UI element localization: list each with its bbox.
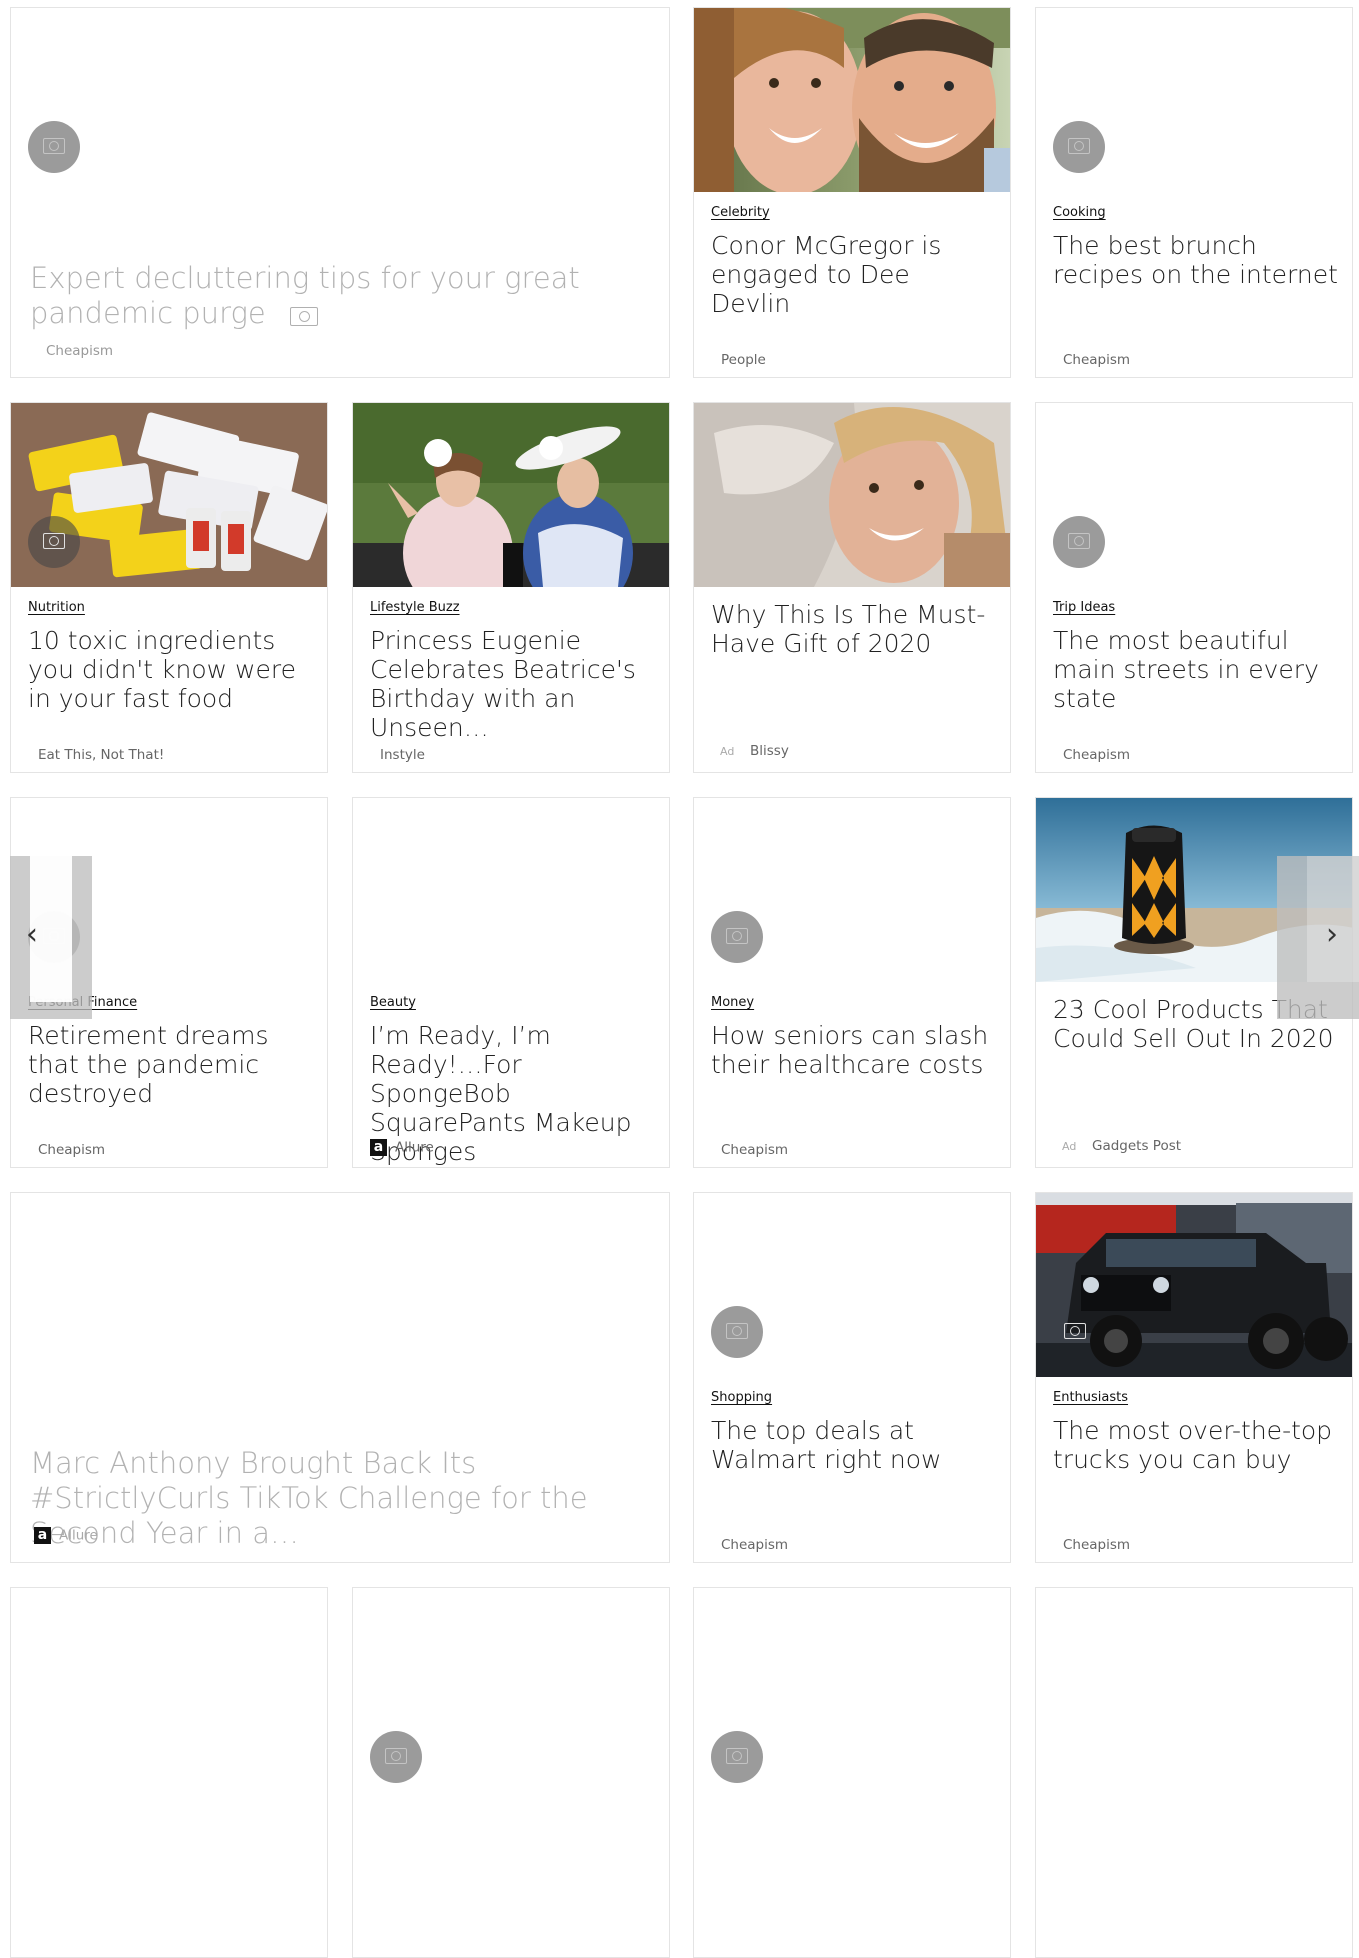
article-image — [694, 8, 1010, 192]
card-source: Cheapism — [1063, 352, 1131, 368]
camera-icon — [1053, 516, 1105, 568]
card-source: Cheapism — [38, 1142, 106, 1158]
card-brunch[interactable]: Cooking The best brunch recipes on the i… — [1035, 7, 1353, 378]
chevron-left-icon: ‹ — [26, 917, 38, 952]
source-name: Allure — [59, 1527, 98, 1544]
card-placeholder[interactable] — [1035, 1587, 1353, 1958]
card-streets[interactable]: Trip Ideas The most beautiful main stree… — [1035, 402, 1353, 773]
card-source: Cheapism — [1063, 1537, 1131, 1553]
card-mcgregor[interactable]: Celebrity Conor McGregor is engaged to D… — [693, 7, 1011, 378]
article-image — [353, 403, 669, 587]
card-source: Gadgets Post — [1092, 1138, 1182, 1154]
card-spongebob[interactable]: Beauty I’m Ready, I’m Ready!…For SpongeB… — [352, 797, 670, 1168]
card-category[interactable]: Money — [711, 995, 754, 1010]
camera-icon — [370, 1731, 422, 1783]
card-title: 10 toxic ingredients you didn't know wer… — [28, 626, 296, 713]
card-title: The most beautiful main streets in every… — [1053, 626, 1319, 713]
card-source: Cheapism — [46, 343, 114, 359]
card-source: a Allure — [34, 1527, 98, 1544]
card-placeholder[interactable] — [352, 1587, 670, 1958]
card-title: The top deals at Walmart right now — [711, 1416, 942, 1474]
card-title: How seniors can slash their healthcare c… — [711, 1021, 989, 1079]
card-blissy-ad[interactable]: Why This Is The Must-Have Gift of 2020 A… — [693, 402, 1011, 773]
card-source: People — [721, 352, 766, 368]
card-title: Why This Is The Must-Have Gift of 2020 — [711, 600, 986, 658]
chevron-right-icon: › — [1326, 917, 1338, 952]
card-source: Instyle — [380, 747, 425, 763]
card-title: Marc Anthony Brought Back Its #StrictlyC… — [30, 1446, 588, 1550]
card-source: Cheapism — [721, 1537, 789, 1553]
card-category[interactable]: Shopping — [711, 1390, 772, 1405]
card-source: Blissy — [750, 743, 789, 759]
card-trucks[interactable]: Enthusiasts The most over-the-top trucks… — [1035, 1192, 1353, 1563]
card-eugenie[interactable]: Lifestyle Buzz Princess Eugenie Celebrat… — [352, 402, 670, 773]
card-category[interactable]: Nutrition — [28, 600, 85, 615]
card-title: The best brunch recipes on the internet — [1053, 231, 1338, 289]
allure-logo-icon: a — [370, 1139, 387, 1156]
card-category[interactable]: Cooking — [1053, 205, 1106, 220]
card-title: Conor McGregor is engaged to Dee Devlin — [711, 231, 942, 318]
card-marc-anthony[interactable]: Marc Anthony Brought Back Its #StrictlyC… — [10, 1192, 670, 1563]
camera-icon — [1053, 121, 1105, 173]
card-title: Princess Eugenie Celebrates Beatrice's B… — [370, 626, 636, 742]
card-title: The most over-the-top trucks you can buy — [1053, 1416, 1333, 1474]
camera-icon — [1049, 1306, 1101, 1358]
card-category[interactable]: Trip Ideas — [1053, 600, 1115, 615]
carousel-next-button[interactable]: › — [1277, 856, 1359, 1019]
card-decluttering[interactable]: Expert decluttering tips for your great … — [10, 7, 670, 378]
allure-logo-icon: a — [34, 1527, 51, 1544]
card-toxic[interactable]: Nutrition 10 toxic ingredients you didn'… — [10, 402, 328, 773]
ad-label: Ad — [720, 745, 735, 758]
article-image — [694, 403, 1010, 587]
camera-icon — [28, 516, 80, 568]
ad-label: Ad — [1062, 1140, 1077, 1153]
camera-icon — [711, 1731, 763, 1783]
card-source: a Allure — [370, 1139, 434, 1156]
card-placeholder[interactable] — [693, 1587, 1011, 1958]
card-title: Retirement dreams that the pandemic dest… — [28, 1021, 269, 1108]
card-source: Cheapism — [1063, 747, 1131, 763]
camera-icon — [711, 1306, 763, 1358]
camera-icon — [289, 304, 320, 326]
source-name: Allure — [395, 1139, 434, 1156]
card-category[interactable]: Enthusiasts — [1053, 1390, 1128, 1405]
card-seniors[interactable]: Money How seniors can slash their health… — [693, 797, 1011, 1168]
camera-icon — [28, 121, 80, 173]
card-category[interactable]: Lifestyle Buzz — [370, 600, 460, 615]
card-walmart[interactable]: Shopping The top deals at Walmart right … — [693, 1192, 1011, 1563]
card-category[interactable]: Celebrity — [711, 205, 770, 220]
carousel-prev-button[interactable]: ‹ — [10, 856, 92, 1019]
card-category[interactable]: Beauty — [370, 995, 416, 1010]
card-source: Cheapism — [721, 1142, 789, 1158]
card-placeholder[interactable] — [10, 1587, 328, 1958]
card-title: Expert decluttering tips for your great … — [30, 261, 580, 330]
card-source: Eat This, Not That! — [38, 747, 165, 763]
camera-icon — [711, 911, 763, 963]
